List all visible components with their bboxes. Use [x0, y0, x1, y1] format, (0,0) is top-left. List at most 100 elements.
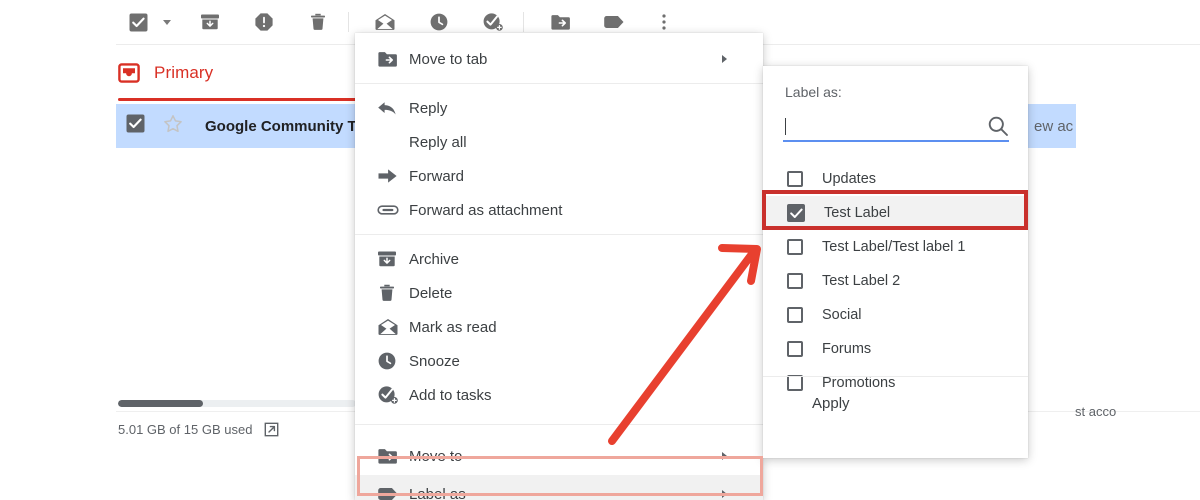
menu-item-forward[interactable]: Forward [355, 159, 763, 193]
apply-button[interactable]: Apply [763, 377, 1028, 429]
label-as-title: Label as: [785, 84, 842, 100]
menu-item-delete[interactable]: Delete [355, 276, 763, 310]
menu-divider-3 [355, 424, 763, 425]
menu-item-reply-all[interactable]: Reply all [355, 125, 763, 159]
checkbox-unchecked-icon[interactable] [787, 341, 803, 357]
archive-icon [201, 14, 219, 30]
archive-button[interactable] [190, 0, 230, 44]
toolbar-divider [348, 12, 349, 32]
reply-icon [377, 100, 409, 117]
apply-button-label: Apply [812, 394, 850, 412]
clock-icon [377, 351, 409, 371]
tab-primary[interactable]: Primary [118, 45, 213, 100]
select-all-dropdown[interactable] [158, 0, 176, 44]
label-option-text: Forums [822, 341, 872, 357]
menu-item-move-to[interactable]: Move to [355, 437, 763, 475]
label-option-text: Updates [822, 171, 877, 187]
menu-item-label: Mark as read [409, 318, 497, 336]
submenu-arrow-icon [722, 490, 727, 498]
label-option-text: Test Label/Test label 1 [822, 239, 966, 255]
menu-item-label: Move to tab [409, 50, 488, 68]
checkbox-checked-icon [126, 114, 145, 133]
footer-right-text: st acco [1075, 404, 1117, 419]
menu-group-3: Archive Delete Mark as read Snooze Add t… [355, 242, 763, 412]
menu-divider-1 [355, 83, 763, 84]
archive-icon [377, 249, 409, 269]
checkbox-unchecked-icon[interactable] [787, 171, 803, 187]
menu-item-move-to-tab[interactable]: Move to tab [355, 42, 763, 76]
label-tag-icon [377, 486, 409, 500]
menu-group-2: Reply Reply all Forward Forward as attac… [355, 91, 763, 227]
label-option-social[interactable]: Social [763, 298, 1028, 332]
label-option-test-label-2[interactable]: Test Label 2 [763, 264, 1028, 298]
trash-icon [377, 283, 409, 303]
menu-divider-2 [355, 234, 763, 235]
menu-item-label: Delete [409, 284, 453, 302]
task-add-icon [483, 13, 503, 31]
label-as-submenu: Label as: Updates Test Label Test Label/… [763, 66, 1028, 458]
menu-item-snooze[interactable]: Snooze [355, 344, 763, 378]
checkbox-checked-icon [129, 13, 147, 31]
label-option-forums[interactable]: Forums [763, 332, 1028, 366]
gmail-screenshot: Primary Google Community Te. ew ac 5.01 … [0, 0, 1200, 500]
menu-item-add-to-tasks[interactable]: Add to tasks [355, 378, 763, 412]
tab-primary-label: Primary [154, 62, 214, 82]
checkbox-checked-icon[interactable] [787, 204, 805, 222]
label-options-list: Updates Test Label Test Label/Test label… [763, 162, 1028, 400]
menu-item-mark-as-read[interactable]: Mark as read [355, 310, 763, 344]
toolbar-divider-2 [523, 12, 524, 32]
storage-used-label: 5.01 GB of 15 GB used [118, 422, 253, 437]
forward-arrow-icon [377, 168, 409, 184]
label-option-test-label[interactable]: Test Label [763, 196, 1028, 230]
label-tag-icon [604, 16, 624, 28]
menu-item-forward-as-attachment[interactable]: Forward as attachment [355, 193, 763, 227]
label-search-field[interactable] [783, 112, 1009, 142]
email-snippet: ew ac [1034, 117, 1074, 135]
menu-item-reply[interactable]: Reply [355, 91, 763, 125]
menu-item-label: Forward as attachment [409, 201, 563, 219]
menu-item-label: Label as [409, 485, 466, 500]
context-menu: Move to tab Reply Reply all Forward Forw… [355, 33, 763, 500]
menu-item-label: Reply all [409, 133, 467, 151]
label-option-updates[interactable]: Updates [763, 162, 1028, 196]
report-spam-button[interactable] [244, 0, 284, 44]
menu-item-archive[interactable]: Archive [355, 242, 763, 276]
text-cursor [785, 117, 786, 135]
submenu-arrow-icon [722, 55, 727, 63]
menu-item-label: Forward [409, 167, 465, 185]
checkbox-unchecked-icon[interactable] [787, 273, 803, 289]
inbox-icon [118, 62, 140, 83]
menu-item-label: Reply [409, 99, 448, 117]
star-icon[interactable] [163, 114, 183, 139]
label-option-test-label-sub-1[interactable]: Test Label/Test label 1 [763, 230, 1028, 264]
envelope-open-icon [375, 14, 395, 30]
folder-move-icon [377, 50, 409, 69]
checkbox-unchecked-icon[interactable] [787, 239, 803, 255]
storage-indicator: 5.01 GB of 15 GB used [118, 400, 356, 437]
menu-group-1: Move to tab [355, 42, 763, 76]
paperclip-icon [377, 203, 409, 217]
row-select-checkbox[interactable] [126, 114, 145, 138]
search-icon[interactable] [987, 115, 1009, 142]
report-spam-icon [255, 13, 273, 31]
envelope-open-icon [377, 317, 409, 337]
chevron-down-icon [163, 19, 171, 25]
submenu-arrow-icon [722, 452, 727, 460]
trash-icon [311, 13, 325, 30]
storage-text-row: 5.01 GB of 15 GB used [118, 422, 356, 437]
storage-progress-fill [118, 400, 203, 407]
folder-move-icon [550, 14, 570, 30]
storage-progress-track [118, 400, 356, 407]
task-add-icon [377, 385, 409, 405]
checkbox-unchecked-icon[interactable] [787, 307, 803, 323]
menu-item-label: Add to tasks [409, 386, 492, 404]
label-option-text: Test Label 2 [822, 273, 901, 289]
menu-item-label-as[interactable]: Label as [355, 475, 763, 500]
select-all-checkbox[interactable] [118, 0, 158, 44]
delete-button[interactable] [298, 0, 338, 44]
menu-group-4: Move to Label as [355, 437, 763, 500]
external-link-icon[interactable] [264, 422, 279, 437]
label-option-text: Test Label [824, 205, 891, 221]
folder-move-icon [377, 447, 409, 466]
email-sender: Google Community Te. [205, 117, 369, 135]
